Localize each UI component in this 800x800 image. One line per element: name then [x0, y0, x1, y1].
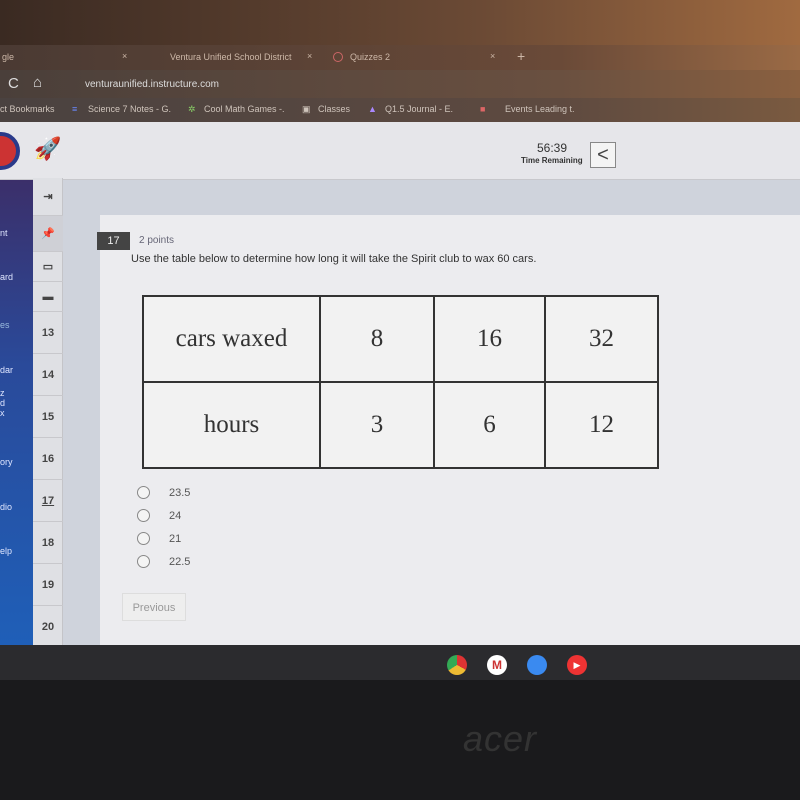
canvas-header: 🚀 56:39 Time Remaining < [0, 122, 800, 180]
bookmark[interactable]: Cool Math Games -. [204, 104, 285, 114]
new-tab-button[interactable]: + [517, 48, 525, 64]
nav-item-courses[interactable]: es [0, 320, 10, 330]
url-field[interactable]: venturaunified.instructure.com [85, 79, 219, 90]
bookmark[interactable]: ct Bookmarks [0, 104, 55, 114]
option-label: 22.5 [169, 555, 191, 568]
nav-item-studio[interactable]: dio [0, 502, 12, 512]
close-icon[interactable]: × [490, 51, 495, 61]
nav-item-help[interactable]: elp [0, 546, 12, 556]
taskbar [0, 645, 800, 680]
collapse-icon[interactable]: ⇥ [33, 178, 63, 216]
bookmark[interactable]: Science 7 Notes - G. [88, 104, 171, 114]
bookmarks-bar: ct Bookmarks ≡ Science 7 Notes - G. ✲ Co… [0, 98, 800, 122]
question-number-badge: 17 [97, 232, 130, 250]
tab-google[interactable]: gle [2, 52, 14, 62]
chrome-icon[interactable] [447, 655, 467, 675]
question-text: Use the table below to determine how lon… [131, 253, 537, 265]
table-cell: 16 [433, 295, 546, 383]
question-points: 2 points [139, 235, 175, 246]
collapse-timer-button[interactable]: < [590, 142, 616, 168]
youtube-icon[interactable]: ▶ [567, 655, 587, 675]
answer-option[interactable]: 21 [137, 532, 181, 545]
question-nav-item[interactable]: 16 [33, 438, 63, 480]
timer: 56:39 [537, 141, 568, 155]
form-icon: ▲ [368, 104, 377, 114]
slides-icon: ■ [480, 104, 486, 114]
table-cell: 12 [544, 381, 659, 469]
radio-button[interactable] [137, 509, 150, 522]
coolmath-icon: ✲ [188, 104, 196, 114]
question-nav-item[interactable]: 14 [33, 354, 63, 396]
question-nav-item-current[interactable]: 17 [33, 480, 63, 522]
school-logo [0, 132, 20, 170]
table-cell: 32 [544, 295, 659, 383]
rocket-icon[interactable]: 🚀 [34, 136, 61, 162]
global-nav: nt ard es dar z d x ory dio elp [0, 180, 33, 645]
table-row: hours 3 6 12 [142, 381, 659, 469]
calculator-icon[interactable]: ▭ [33, 252, 63, 282]
gmail-icon[interactable]: M [487, 655, 507, 675]
bookmark[interactable]: Events Leading t. [505, 104, 575, 114]
acer-logo: acer [463, 718, 538, 759]
nav-item-calendar[interactable]: dar [0, 365, 13, 375]
pin-icon[interactable]: 📌 [33, 216, 63, 252]
classroom-icon: ▣ [302, 104, 311, 114]
nav-item-inbox[interactable]: z d x [0, 388, 10, 418]
tab-ventura[interactable]: Ventura Unified School District [170, 52, 292, 62]
data-table: cars waxed 8 16 32 hours 3 6 12 [142, 295, 659, 469]
radio-button[interactable] [137, 555, 150, 568]
close-icon[interactable]: × [122, 51, 127, 61]
table-cell: 6 [433, 381, 546, 469]
reload-icon[interactable]: C [8, 75, 19, 92]
tab-quizzes[interactable]: Quizzes 2 [350, 52, 390, 62]
question-nav-item[interactable]: 19 [33, 564, 63, 606]
timer-label: Time Remaining [521, 156, 583, 165]
question-nav-item[interactable]: 18 [33, 522, 63, 564]
screen-bezel-top [0, 0, 800, 45]
table-cell: 8 [319, 295, 435, 383]
nav-item-dashboard[interactable]: ard [0, 272, 13, 282]
home-icon[interactable]: ⌂ [33, 74, 42, 91]
table-cell: 3 [319, 381, 435, 469]
bookmark[interactable]: Q1.5 Journal - E. [385, 104, 453, 114]
radio-button[interactable] [137, 532, 150, 545]
table-row: cars waxed 8 16 32 [142, 295, 659, 383]
question-nav: ⇥ 📌 ▭ ▬ 13 14 15 16 17 18 19 20 [33, 178, 63, 648]
answer-option[interactable]: 23.5 [137, 486, 190, 499]
radio-button[interactable] [137, 486, 150, 499]
close-icon[interactable]: × [307, 51, 312, 61]
docs-icon: ≡ [72, 104, 78, 114]
table-cell: cars waxed [142, 295, 321, 383]
files-icon[interactable] [527, 655, 547, 675]
question-nav-item[interactable]: 20 [33, 606, 63, 648]
answer-option[interactable]: 24 [137, 509, 181, 522]
nav-item-history[interactable]: ory [0, 457, 13, 467]
tab-strip: gle × Ventura Unified School District × … [0, 45, 800, 70]
question-nav-item[interactable]: 13 [33, 312, 63, 354]
flag-icon[interactable]: ▬ [33, 282, 63, 312]
nav-item[interactable]: nt [0, 228, 8, 238]
option-label: 23.5 [169, 486, 191, 499]
option-label: 21 [169, 532, 182, 545]
address-bar-row: C ⌂ venturaunified.instructure.com [0, 70, 800, 98]
bookmark[interactable]: Classes [318, 104, 350, 114]
previous-button[interactable]: Previous [122, 593, 186, 621]
loading-icon [333, 52, 343, 62]
option-label: 24 [169, 509, 182, 522]
answer-option[interactable]: 22.5 [137, 555, 190, 568]
table-cell: hours [142, 381, 321, 469]
question-nav-item[interactable]: 15 [33, 396, 63, 438]
